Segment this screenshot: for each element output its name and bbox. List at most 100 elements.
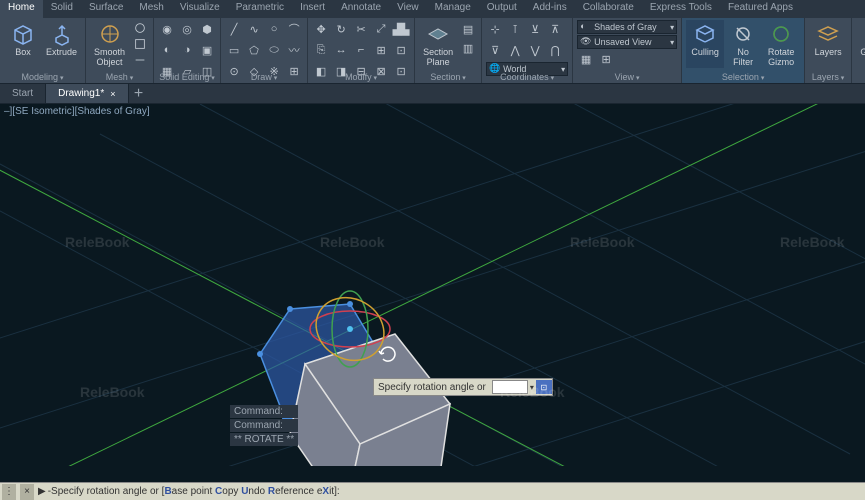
tab-mesh[interactable]: Mesh (131, 0, 171, 18)
box-icon (11, 22, 35, 46)
solid-edit-6[interactable]: ▣ (198, 41, 216, 59)
ribbon: Box Extrude Modeling Smooth Object Mesh (0, 18, 865, 84)
solid-edit-1[interactable]: ◉ (158, 20, 176, 38)
modify-scale[interactable]: ⤢ (372, 20, 390, 38)
modify-trim[interactable]: ✂ (352, 20, 370, 38)
add-tab-button[interactable]: + (129, 84, 149, 103)
panel-label-coordinates[interactable]: Coordinates (482, 72, 572, 82)
viewport[interactable]: –][SE Isometric][Shades of Gray] (0, 104, 865, 466)
draw-spline[interactable]: 〰 (285, 41, 303, 59)
tab-home[interactable]: Home (0, 0, 43, 18)
section-tool-2[interactable]: ▥ (459, 39, 477, 57)
dynamic-input-tooltip: Specify rotation angle or ▾ ⊡ (373, 378, 553, 396)
ucs-7[interactable]: ⋁ (526, 41, 544, 59)
draw-circle[interactable]: ○ (265, 20, 283, 38)
box-button[interactable]: Box (4, 20, 42, 68)
cmd-close-icon[interactable]: × (20, 484, 34, 500)
panel-label-selection[interactable]: Selection (682, 72, 804, 82)
panel-label-solid-editing[interactable]: Solid Editing (154, 72, 220, 82)
draw-poly[interactable]: ⬠ (245, 41, 263, 59)
smooth-icon (98, 22, 122, 46)
panel-modify: ✥ ↻ ✂ ⤢ ▟▙ ⎘ ↔ ⌐ ⊞ ⊡ ◧ ◨ ⊟ ⊠ (308, 18, 415, 83)
solid-edit-3[interactable]: ⬢ (198, 20, 216, 38)
ucs-6[interactable]: ⋀ (506, 41, 524, 59)
modify-mirror[interactable]: ▟▙ (392, 20, 410, 38)
tab-view[interactable]: View (389, 0, 427, 18)
rotate-gizmo-button[interactable]: Rotate Gizmo (762, 20, 800, 68)
draw-rect[interactable]: ▭ (225, 41, 243, 59)
panel-modeling: Box Extrude Modeling (0, 18, 86, 83)
modify-stretch[interactable]: ↔ (332, 41, 350, 59)
view-tool-2[interactable]: ⊞ (597, 50, 615, 68)
ucs-2[interactable]: ⊺ (506, 20, 524, 38)
tab-solid[interactable]: Solid (43, 0, 81, 18)
panel-label-layers[interactable]: Layers (805, 72, 851, 82)
shades-icon: ◐ (580, 21, 592, 33)
ucs-5[interactable]: ⊽ (486, 41, 504, 59)
panel-label-view[interactable]: View (573, 72, 681, 82)
modify-move[interactable]: ✥ (312, 20, 330, 38)
tab-parametric[interactable]: Parametric (228, 0, 292, 18)
lock-badge-icon: ⊡ (536, 380, 552, 394)
command-history: Command: Command: ** ROTATE ** (230, 404, 298, 446)
cmd-handle-icon[interactable]: ⋮ (2, 484, 16, 500)
ucs-3[interactable]: ⊻ (526, 20, 544, 38)
section-plane-icon (426, 22, 450, 46)
section-plane-button[interactable]: Section Plane (419, 20, 457, 68)
command-line[interactable]: ⋮ × ▶ -Specify rotation angle or [Base p… (0, 482, 865, 500)
tab-featured[interactable]: Featured Apps (720, 0, 801, 18)
ucs-8[interactable]: ⋂ (546, 41, 564, 59)
tab-annotate[interactable]: Annotate (333, 0, 389, 18)
solid-edit-5[interactable]: ◑ (178, 41, 196, 59)
tab-express[interactable]: Express Tools (642, 0, 720, 18)
draw-polyline[interactable]: ∿ (245, 20, 263, 38)
tab-insert[interactable]: Insert (292, 0, 333, 18)
tab-visualize[interactable]: Visualize (172, 0, 228, 18)
tab-output[interactable]: Output (479, 0, 525, 18)
culling-button[interactable]: Culling (686, 20, 724, 68)
panel-label-section[interactable]: Section (415, 72, 481, 82)
extrude-button[interactable]: Extrude (42, 20, 81, 68)
groups-button[interactable]: Groups (856, 20, 865, 68)
mesh-tool-3[interactable] (131, 53, 149, 68)
angle-input[interactable] (492, 380, 528, 394)
modify-copy[interactable]: ⎘ (312, 41, 330, 59)
solid-edit-2[interactable]: ◎ (178, 20, 196, 38)
modify-rotate[interactable]: ↻ (332, 20, 350, 38)
ucs-4[interactable]: ⊼ (546, 20, 564, 38)
view-tool-1[interactable]: ▦ (577, 50, 595, 68)
tooltip-text: Specify rotation angle or (374, 382, 490, 393)
doc-tab-drawing[interactable]: Drawing1*× (46, 84, 128, 103)
ribbon-tab-bar: Home Solid Surface Mesh Visualize Parame… (0, 0, 865, 18)
mesh-tool-2[interactable] (131, 36, 149, 51)
modify-fillet[interactable]: ⌐ (352, 41, 370, 59)
panel-label-mesh[interactable]: Mesh (86, 72, 153, 82)
nofilter-button[interactable]: No Filter (724, 20, 762, 68)
panel-label-modify[interactable]: Modify (308, 72, 414, 82)
panel-label-modeling[interactable]: Modeling (0, 72, 85, 82)
panel-selection: Culling No Filter Rotate Gizmo Selection (682, 18, 805, 83)
tab-manage[interactable]: Manage (427, 0, 479, 18)
panel-label-draw[interactable]: Draw (221, 72, 307, 82)
extrude-icon (50, 22, 74, 46)
draw-ellipse[interactable]: ⬭ (265, 41, 283, 59)
draw-arc[interactable]: ⌒ (285, 20, 303, 38)
draw-line[interactable]: ╱ (225, 20, 243, 38)
tab-addins[interactable]: Add-ins (525, 0, 575, 18)
layers-button[interactable]: Layers (809, 20, 847, 68)
saved-view-dropdown[interactable]: 👁 Unsaved View (577, 35, 677, 49)
panel-mesh: Smooth Object Mesh (86, 18, 154, 83)
tab-surface[interactable]: Surface (81, 0, 131, 18)
modify-tool-10[interactable]: ⊡ (392, 41, 410, 59)
section-tool-1[interactable]: ▤ (459, 20, 477, 38)
modify-array[interactable]: ⊞ (372, 41, 390, 59)
solid-edit-4[interactable]: ◐ (158, 41, 176, 59)
close-icon[interactable]: × (110, 89, 115, 99)
ucs-1[interactable]: ⊹ (486, 20, 504, 38)
mesh-tool-1[interactable] (131, 20, 149, 35)
culling-icon (693, 22, 717, 46)
visual-style-dropdown[interactable]: ◐ Shades of Gray (577, 20, 677, 34)
tab-collaborate[interactable]: Collaborate (575, 0, 642, 18)
smooth-button[interactable]: Smooth Object (90, 20, 129, 68)
doc-tab-start[interactable]: Start (0, 84, 46, 103)
